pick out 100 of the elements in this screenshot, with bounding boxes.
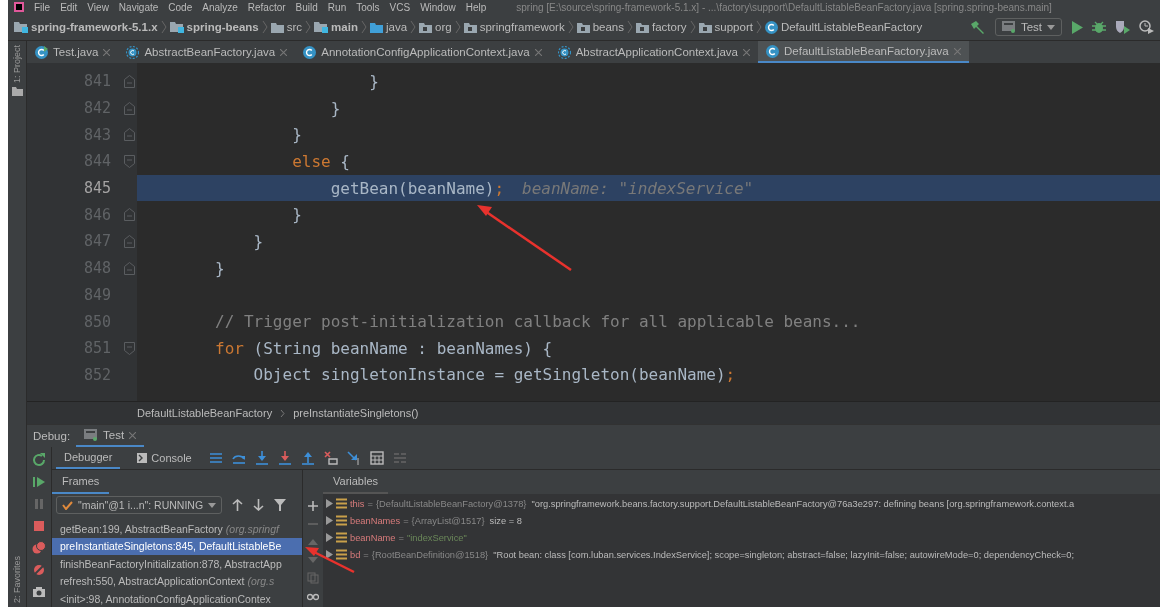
run-configuration-dropdown[interactable]: Test [994, 18, 1062, 36]
project-tool-button[interactable]: 1: Project [12, 45, 22, 84]
rerun-icon[interactable] [32, 453, 46, 467]
arrow-down-icon[interactable] [253, 499, 265, 511]
menu-item[interactable]: File [34, 1, 51, 13]
breadcrumb[interactable]: beans [576, 21, 625, 33]
menu-item[interactable]: Code [168, 1, 193, 13]
panel-tab[interactable]: Frames [52, 470, 110, 494]
variable-name: beanName [350, 532, 396, 543]
code-line: } [291, 204, 303, 227]
debug-tab[interactable]: Console [129, 447, 200, 469]
code-line: // Trigger post-initialization callback for all applicable beans... [214, 311, 862, 334]
stack-frame[interactable]: <init>:98, AnnotationConfigApplicationContex [52, 590, 302, 607]
breadcrumb[interactable]: main [314, 21, 358, 33]
chevron-icon [755, 20, 762, 34]
menu-item[interactable]: Analyze [202, 1, 238, 13]
debug-label: Debug: [32, 429, 72, 444]
breadcrumb[interactable]: org [419, 21, 452, 33]
menu-item[interactable]: Window [420, 1, 456, 13]
breadcrumb[interactable]: spring-framework-5.1.x [14, 21, 158, 33]
calculator-icon[interactable] [369, 451, 384, 465]
resume-icon[interactable] [32, 475, 46, 489]
caret-icon [1047, 24, 1055, 30]
bug-icon[interactable] [1092, 20, 1106, 34]
step-into-icon[interactable] [254, 451, 269, 465]
stop-icon[interactable] [32, 519, 46, 533]
hammer-icon[interactable] [969, 20, 986, 34]
menu-item[interactable]: Help [465, 1, 487, 13]
fold-marker-icon[interactable] [123, 234, 135, 248]
breadcrumb[interactable]: src [270, 21, 303, 33]
close-icon[interactable] [280, 48, 288, 56]
code-line: } [368, 70, 380, 93]
force-step-into-icon[interactable] [277, 451, 292, 465]
panel-tab[interactable]: Variables [323, 470, 389, 494]
step-out-icon[interactable] [300, 451, 315, 465]
menu-item[interactable]: Edit [60, 1, 78, 13]
drop-frame-icon[interactable] [323, 451, 338, 465]
breadcrumb[interactable]: java [369, 21, 408, 33]
abstract-class-icon [126, 45, 140, 59]
shield-run-icon[interactable] [1115, 20, 1130, 34]
fold-marker-icon[interactable] [123, 128, 135, 142]
breadcrumb[interactable]: support [698, 21, 753, 33]
module-folder-icon [314, 21, 329, 33]
copy-icon[interactable] [307, 572, 319, 584]
close-icon[interactable] [534, 48, 542, 56]
runnable-class-icon [35, 45, 48, 59]
window-title: spring [E:\source\spring-framework-5.1.x] - ...\factory\support\DefaultListableBeanFactory.java [spring.spring-beans.main] [516, 1, 1052, 13]
menu-item[interactable]: VCS [389, 1, 411, 13]
breadcrumb[interactable]: factory [636, 21, 687, 33]
menu-item[interactable]: View [87, 1, 109, 13]
line-number: 845 [82, 179, 112, 198]
plus-icon[interactable] [307, 500, 319, 512]
stack-frame[interactable]: getBean:199, AbstractBeanFactory (org.springf [52, 520, 302, 538]
clock-run-icon[interactable] [1139, 20, 1154, 34]
breadcrumb[interactable]: spring-beans [169, 21, 259, 33]
trace-icon[interactable] [392, 451, 407, 465]
chevron-icon [454, 20, 461, 34]
favorites-tool-button[interactable]: 2: Favorites [12, 555, 22, 603]
pause-icon[interactable] [32, 497, 46, 511]
menu-item[interactable]: Run [327, 1, 347, 13]
menu-icon[interactable] [208, 451, 223, 465]
fold-marker-icon[interactable] [123, 261, 135, 275]
equals-sign: = [403, 515, 409, 526]
thread-dropdown[interactable]: "main"@1 i...n": RUNNING [56, 496, 223, 514]
close-icon[interactable] [129, 431, 137, 439]
close-icon[interactable] [103, 48, 111, 56]
fold-marker-icon[interactable] [123, 208, 135, 222]
run-to-cursor-icon[interactable] [346, 451, 361, 465]
mute-breakpoints-icon[interactable] [32, 563, 46, 577]
menu-item[interactable]: Refactor [247, 1, 286, 13]
variable-value: {RootBeanDefinition@1518} [371, 549, 489, 560]
editor-tab[interactable]: AbstractApplicationContext.java [549, 41, 758, 63]
filter-icon[interactable] [274, 499, 287, 511]
stack-frame[interactable]: finishBeanFactoryInitialization:878, AbstractApp [52, 555, 302, 573]
fold-marker-icon[interactable] [123, 101, 135, 115]
breadcrumb[interactable]: DefaultListableBeanFactory [764, 20, 923, 34]
fold-marker-icon[interactable] [123, 74, 135, 88]
camera-icon[interactable] [32, 585, 46, 599]
editor-tab[interactable]: AnnotationConfigApplicationContext.java [295, 41, 550, 63]
run-icon[interactable] [1071, 20, 1083, 34]
menu-item[interactable]: Build [295, 1, 318, 13]
breakpoints-icon[interactable] [32, 541, 46, 555]
breadcrumb[interactable]: springframework [463, 21, 565, 33]
stack-frame[interactable]: refresh:550, AbstractApplicationContext (org.s [52, 572, 302, 590]
menu-item[interactable]: Tools [356, 1, 380, 13]
fold-marker-icon[interactable] [123, 341, 135, 355]
chevron-icon [410, 20, 417, 34]
stack-frame[interactable]: preInstantiateSingletons:845, DefaultListableBe [52, 537, 302, 555]
editor-tab[interactable]: Test.java [27, 41, 119, 63]
editor-tab[interactable]: AbstractBeanFactory.java [118, 41, 296, 63]
menu-item[interactable]: Navigate [118, 1, 159, 13]
breadcrumb[interactable]: DefaultListableBeanFactory [137, 407, 273, 419]
code-line: else { [291, 150, 351, 173]
fold-marker-icon[interactable] [123, 154, 135, 168]
close-icon[interactable] [953, 47, 961, 55]
editor-tab[interactable]: DefaultListableBeanFactory.java [758, 41, 969, 63]
close-icon[interactable] [743, 48, 750, 56]
chevron-icon [305, 20, 312, 34]
arrow-up-icon[interactable] [232, 499, 244, 511]
breadcrumb[interactable]: preInstantiateSingletons() [293, 407, 419, 419]
